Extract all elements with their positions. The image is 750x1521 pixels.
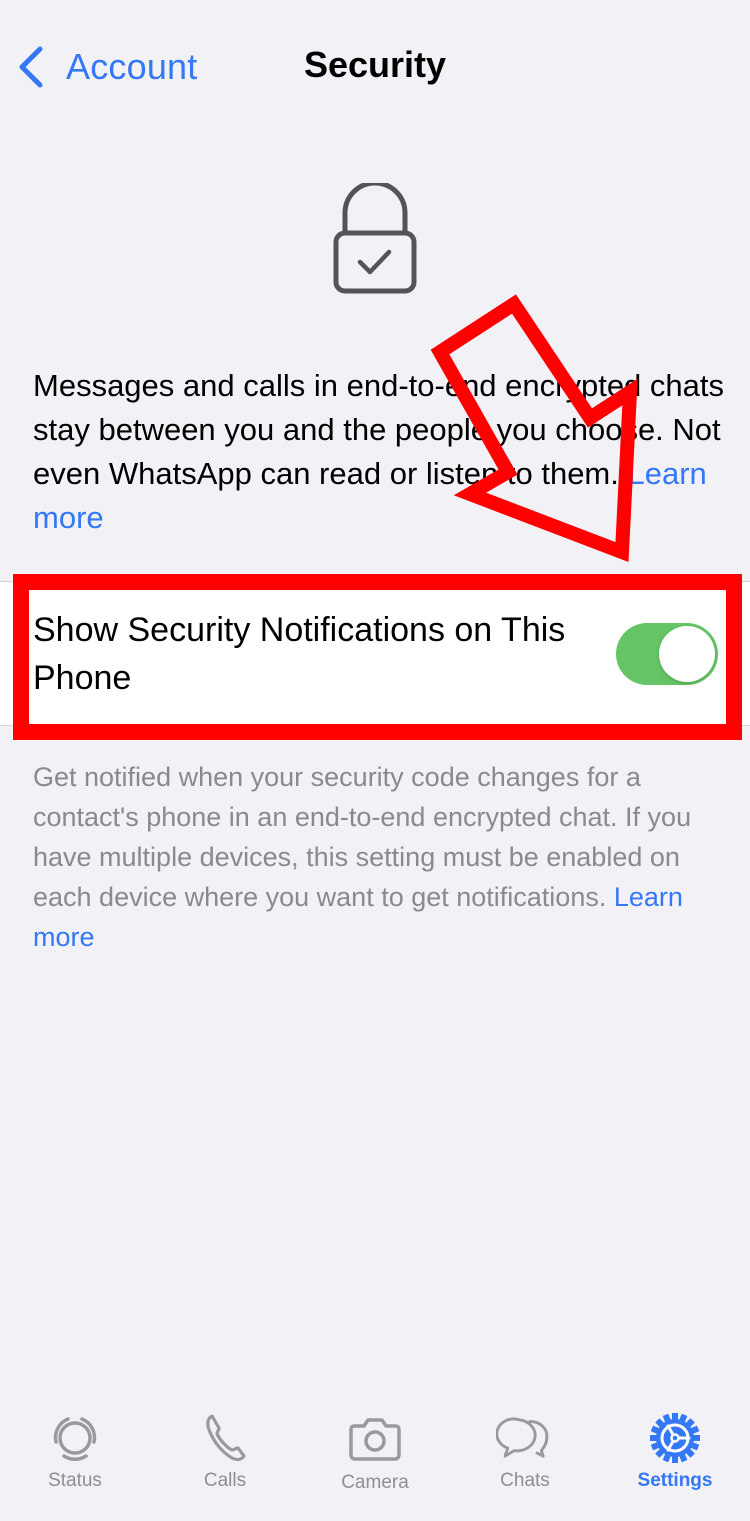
phone-icon — [206, 1414, 246, 1462]
page-title: Security — [303, 44, 447, 85]
encryption-description: Messages and calls in end-to-end encrypt… — [33, 364, 733, 540]
divider — [0, 725, 750, 726]
navigation-bar: Account Security — [0, 0, 750, 130]
chats-icon — [496, 1417, 549, 1458]
security-notifications-description: Get notified when your security code cha… — [33, 757, 723, 957]
tab-bar: Status Calls Camera Chats Settings — [0, 1400, 750, 1521]
status-icon — [53, 1417, 97, 1461]
camera-icon — [349, 1418, 401, 1461]
tab-label: Settings — [637, 1470, 713, 1491]
gear-icon — [650, 1413, 700, 1463]
security-notifications-label: Show Security Notifications on This Phon… — [33, 611, 566, 697]
lock-check-icon — [333, 183, 417, 294]
tab-label: Calls — [203, 1470, 247, 1491]
tab-calls[interactable]: Calls — [150, 1400, 300, 1500]
tab-camera[interactable]: Camera — [300, 1400, 450, 1500]
toggle-knob — [659, 626, 715, 682]
security-notifications-description-text: Get notified when your security code cha… — [33, 762, 692, 912]
tab-label: Chats — [500, 1470, 550, 1491]
tab-chats[interactable]: Chats — [450, 1400, 600, 1500]
security-notifications-toggle[interactable] — [616, 623, 718, 685]
tab-status[interactable]: Status — [0, 1400, 150, 1500]
tab-label: Camera — [341, 1472, 409, 1493]
tab-settings[interactable]: Settings — [600, 1400, 750, 1500]
tab-label: Status — [48, 1470, 102, 1491]
encryption-description-text: Messages and calls in end-to-end encrypt… — [33, 368, 725, 491]
